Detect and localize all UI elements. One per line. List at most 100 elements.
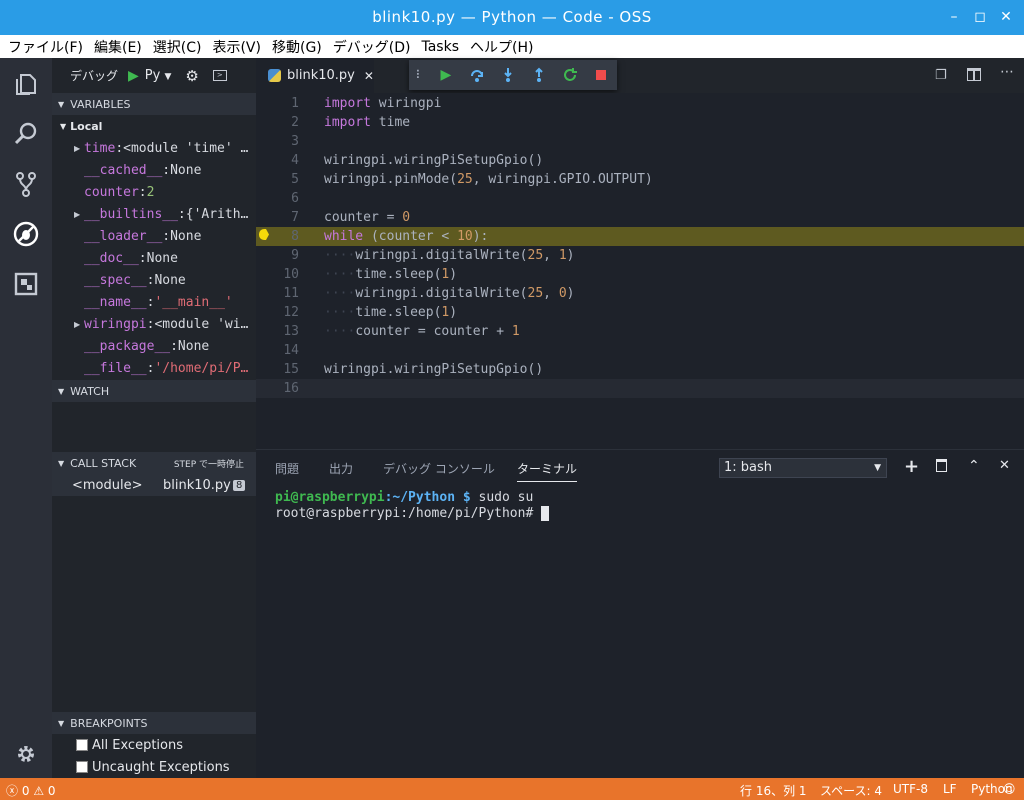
code-line[interactable]: 10 ····time.sleep(1) [256,265,1024,284]
breakpoints-section-header[interactable]: ▼ BREAKPOINTS [52,712,256,734]
code-line[interactable]: 2 import time [256,113,1024,132]
code-text: ····time.sleep(1) [324,267,458,282]
line-number: 6 [291,191,299,206]
more-actions-icon[interactable]: ⋯ [1000,64,1014,80]
debug-settings-gear-icon[interactable]: ⚙ [185,67,198,85]
variable-name: __name__ [84,294,147,310]
cursor-position[interactable]: 行 16、列 1 [740,782,807,799]
indentation[interactable]: スペース: 4 [820,782,882,799]
breakpoint-uncaught-exceptions[interactable]: Uncaught Exceptions [52,756,256,778]
split-editor-icon[interactable] [967,68,981,81]
menu-file[interactable]: ファイル(F) [8,37,83,57]
search-icon[interactable] [12,120,40,148]
code-line[interactable]: 14 [256,341,1024,360]
debug-icon[interactable] [12,220,40,248]
step-over-icon[interactable] [462,60,493,90]
code-line[interactable]: 3 [256,132,1024,151]
trash-icon[interactable] [936,459,947,472]
code-line[interactable]: 8 while (counter < 10): [256,227,1024,246]
source-control-icon[interactable] [12,170,40,198]
step-into-icon[interactable] [493,60,524,90]
terminal-select[interactable]: 1: bash ▼ [719,458,887,478]
terminal-cursor [541,506,550,521]
menu-edit[interactable]: 編集(E) [94,37,142,57]
variable-name: __cached__ [84,162,163,178]
maximize-button[interactable]: ◻ [970,7,990,27]
callstack-frame[interactable]: <module> blink10.py 8 [52,474,256,496]
open-changes-icon[interactable]: ❐ [935,68,947,83]
variables-section-header[interactable]: ▼ VARIABLES [52,93,256,115]
minimize-button[interactable]: – [944,7,964,27]
code-line[interactable]: 1 import wiringpi [256,94,1024,113]
settings-gear-icon[interactable] [12,740,40,768]
code-line[interactable]: 9 ····wiringpi.digitalWrite(25, 1) [256,246,1024,265]
bottom-panel: 問題 出力 デバッグ コンソール ターミナル 1: bash ▼ + ⌃ ✕ p… [256,449,1024,778]
variable-row[interactable]: __cached__: None [52,159,256,181]
start-debug-icon[interactable]: ▶ [128,68,139,84]
line-ending[interactable]: LF [943,782,957,796]
tab-debug-console[interactable]: デバッグ コンソール [383,460,495,477]
code-line[interactable]: 5 wiringpi.pinMode(25, wiringpi.GPIO.OUTP… [256,170,1024,189]
watch-section-header[interactable]: ▼ WATCH [52,380,256,402]
debug-console-icon[interactable]: > [212,70,227,81]
step-out-icon[interactable] [524,60,555,90]
smiley-feedback-icon[interactable]: ☺ [1003,782,1016,796]
continue-icon[interactable]: ▶ [430,60,461,90]
menu-help[interactable]: ヘルプ(H) [470,37,533,57]
checkbox[interactable] [76,761,88,773]
variable-row[interactable]: counter: 2 [52,181,256,203]
code-line[interactable]: 12 ····time.sleep(1) [256,303,1024,322]
close-icon[interactable]: ✕ [364,69,374,83]
tab-blink10[interactable]: blink10.py ✕ [256,58,374,93]
tab-output[interactable]: 出力 [329,460,353,477]
code-line[interactable]: 13 ····counter = counter + 1 [256,322,1024,341]
line-number: 4 [291,153,299,168]
variable-row[interactable]: __name__: '__main__' [52,291,256,313]
variable-row[interactable]: __spec__: None [52,269,256,291]
code-line[interactable]: 11 ····wiringpi.digitalWrite(25, 0) [256,284,1024,303]
maximize-panel-icon[interactable]: ⌃ [968,458,980,474]
line-number: 1 [291,96,299,111]
variable-row[interactable]: ▶ __builtins__: {'Arith… [52,203,256,225]
code-line[interactable]: 16 [256,379,1024,398]
encoding[interactable]: UTF-8 [893,782,928,796]
breakpoint-all-exceptions[interactable]: All Exceptions [52,734,256,756]
stop-icon[interactable] [586,60,617,90]
restart-icon[interactable] [555,60,586,90]
chevron-right-icon[interactable]: ▶ [74,144,84,153]
debug-label: デバッグ [70,69,119,83]
chevron-right-icon[interactable]: ▶ [74,320,84,329]
debug-config-select[interactable]: Py ▼ [145,68,172,83]
new-terminal-icon[interactable]: + [904,456,919,477]
callstack-section-header[interactable]: ▼ CALL STACK STEP で一時停止 [52,452,256,474]
drag-handle-icon[interactable]: ⠇ [409,60,430,90]
code-line[interactable]: 7 counter = 0 [256,208,1024,227]
menu-debug[interactable]: デバッグ(D) [333,37,411,57]
variable-row[interactable]: __loader__: None [52,225,256,247]
tab-terminal[interactable]: ターミナル [517,460,578,482]
code-editor[interactable]: 1 import wiringpi 2 import time 3 4 wiringpi.w… [256,93,1024,449]
code-line[interactable]: 6 [256,189,1024,208]
variable-row[interactable]: __package__: None [52,335,256,357]
menu-go[interactable]: 移動(G) [272,37,322,57]
variable-row[interactable]: __doc__: None [52,247,256,269]
menu-selection[interactable]: 選択(C) [153,37,202,57]
explorer-icon[interactable] [12,70,40,98]
code-line[interactable]: 15 wiringpi.wiringPiSetupGpio() [256,360,1024,379]
checkbox[interactable] [76,739,88,751]
close-panel-icon[interactable]: ✕ [999,458,1010,473]
chevron-right-icon[interactable]: ▶ [74,210,84,219]
errors-indicator[interactable]: ⓧ 0 ⚠ 0 [6,782,56,799]
menu-view[interactable]: 表示(V) [212,37,261,57]
variable-row[interactable]: ▶ wiringpi: <module 'wi… [52,313,256,335]
local-scope[interactable]: ▼ Local [52,115,256,137]
close-window-button[interactable]: ✕ [996,7,1016,27]
extensions-icon[interactable] [12,270,40,298]
line-number: 5 [291,172,299,187]
variable-value: None [154,272,186,288]
tab-problems[interactable]: 問題 [275,460,299,477]
code-line[interactable]: 4 wiringpi.wiringPiSetupGpio() [256,151,1024,170]
menu-tasks[interactable]: Tasks [421,39,459,55]
variable-row[interactable]: ▶ time: <module 'time' … [52,137,256,159]
variable-row[interactable]: __file__: '/home/pi/P… [52,357,256,379]
